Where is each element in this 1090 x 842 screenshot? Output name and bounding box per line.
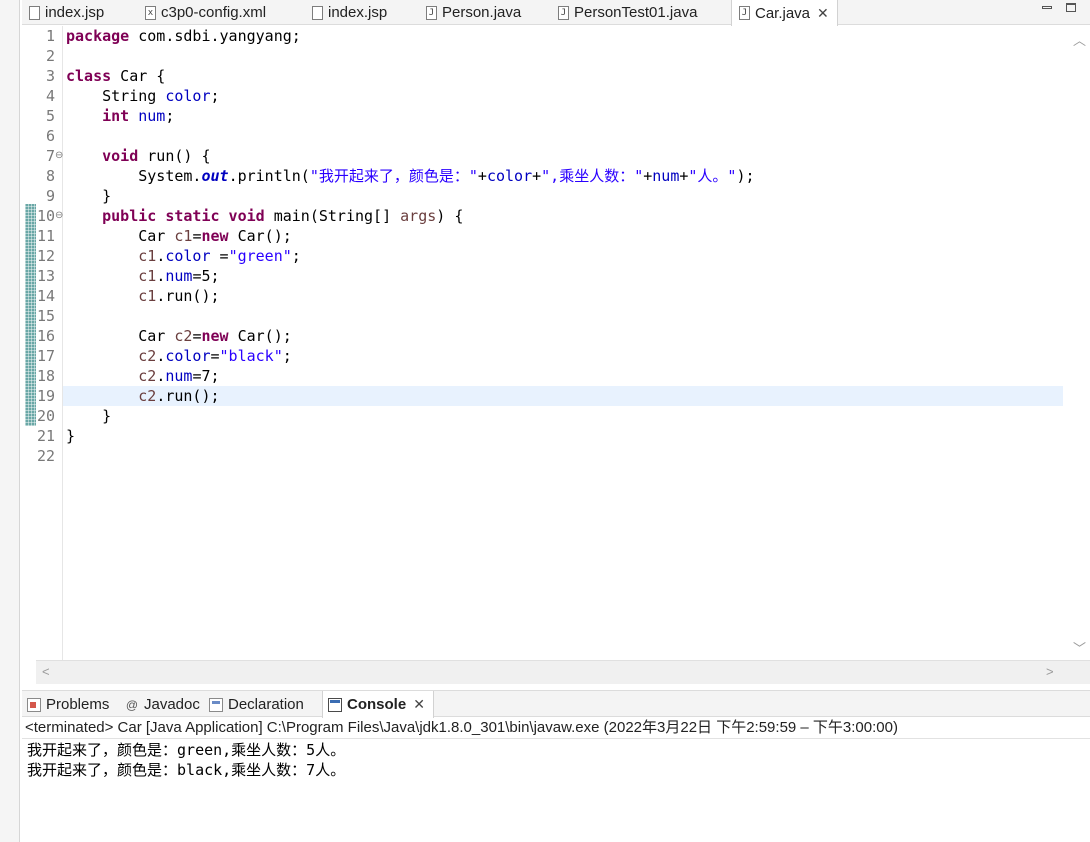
tab-label: c3p0-config.xml (161, 4, 267, 21)
horizontal-scrollbar[interactable]: < > (36, 660, 1090, 684)
line-number: 8 (45, 167, 55, 185)
close-icon[interactable]: ✕ (817, 5, 829, 22)
code-line-1: package com.sdbi.yangyang; (66, 27, 301, 45)
line-number: 10 (36, 207, 55, 225)
editor-tab-bar: index.jsp x c3p0-config.xml index.jsp J … (22, 0, 1090, 26)
java-file-icon: J (426, 5, 437, 20)
line-number: 12 (36, 247, 55, 265)
maximize-icon[interactable] (1066, 2, 1076, 12)
change-marker (25, 204, 36, 426)
line-number: 19 (36, 387, 55, 405)
scroll-down-icon[interactable]: ﹀ (1073, 638, 1086, 657)
tab-person-java[interactable]: J Person.java (419, 0, 521, 25)
code-line-21: } (66, 427, 76, 445)
change-ruler (25, 26, 36, 660)
jsp-file-icon (29, 5, 40, 20)
line-number: 7 (45, 147, 55, 165)
tab-label: Car.java (755, 4, 811, 22)
code-line-10: public static void main(String[] args) { (66, 207, 464, 225)
line-number: 3 (45, 67, 55, 85)
window-controls (1042, 0, 1076, 14)
console-icon (328, 697, 342, 712)
line-number: 14 (36, 287, 55, 305)
console-output-line: 我开起来了，颜色是：green,乘坐人数：5人。 (27, 741, 346, 759)
tab-label: Person.java (442, 4, 522, 21)
line-number: 17 (36, 347, 55, 365)
code-editor[interactable]: 1 2 3 4 5 6 7 ⊖ 8 9 10 ⊖ 11 12 13 14 15 … (22, 26, 1090, 684)
java-file-icon: J (739, 6, 750, 20)
minimize-icon[interactable] (1042, 5, 1052, 9)
declaration-icon (209, 697, 223, 712)
vertical-scrollbar[interactable]: ︿ ﹀ (1068, 26, 1090, 660)
code-line-18: c2.num=7; (138, 367, 220, 385)
line-number: 6 (45, 127, 55, 145)
line-number: 5 (45, 107, 55, 125)
code-line-13: c1.num=5; (138, 267, 220, 285)
console-status-line: <terminated> Car [Java Application] C:\P… (22, 717, 1090, 739)
fold-collapse-icon[interactable]: ⊖ (55, 206, 63, 226)
code-line-19-current: c2.run(); (63, 386, 1063, 406)
tab-index-jsp-1[interactable]: index.jsp (22, 0, 104, 25)
tab-label: index.jsp (328, 4, 388, 21)
code-line-5: int num; (66, 107, 175, 125)
code-line-9: } (66, 187, 112, 205)
code-line-7: void run() { (66, 147, 211, 165)
code-text-area[interactable]: package com.sdbi.yangyang; class Car { S… (63, 26, 1063, 660)
line-number: 1 (45, 27, 55, 45)
code-line-20: } (66, 407, 112, 425)
line-number-gutter: 1 2 3 4 5 6 7 ⊖ 8 9 10 ⊖ 11 12 13 14 15 … (36, 26, 63, 660)
fold-collapse-icon[interactable]: ⊖ (55, 146, 63, 166)
console-output[interactable]: 我开起来了，颜色是：green,乘坐人数：5人。 我开起来了，颜色是：black… (22, 740, 1090, 842)
javadoc-icon: @ (125, 697, 139, 712)
code-line-16: Car c2=new Car(); (66, 327, 292, 345)
jsp-file-icon (312, 5, 323, 20)
xml-file-icon: x (145, 5, 156, 20)
tab-console[interactable]: Console ✕ (322, 691, 434, 718)
line-number: 22 (36, 447, 55, 465)
tab-car-java[interactable]: J Car.java ✕ (731, 0, 838, 26)
line-number: 11 (36, 227, 55, 245)
tab-declaration[interactable]: Declaration (204, 691, 304, 718)
line-number: 21 (36, 427, 55, 445)
code-line-12: c1.color ="green"; (138, 247, 301, 265)
code-line-17: c2.color="black"; (138, 347, 292, 365)
line-number: 2 (45, 47, 55, 65)
scroll-up-icon[interactable]: ︿ (1073, 30, 1086, 49)
console-output-line: 我开起来了，颜色是：black,乘坐人数：7人。 (27, 761, 346, 779)
line-number: 4 (45, 87, 55, 105)
line-number: 13 (36, 267, 55, 285)
tab-c3p0-config-xml[interactable]: x c3p0-config.xml (138, 0, 266, 25)
line-number: 18 (36, 367, 55, 385)
tab-label: PersonTest01.java (574, 4, 698, 21)
panel-tab-bar: Problems @ Javadoc Declaration Console ✕ (22, 690, 1090, 718)
line-number: 16 (36, 327, 55, 345)
code-line-4: String color; (66, 87, 220, 105)
close-icon[interactable]: ✕ (413, 696, 425, 713)
tab-javadoc[interactable]: @ Javadoc (120, 691, 200, 718)
tab-label: index.jsp (45, 4, 105, 21)
code-line-8: System.out.println("我开起来了，颜色是："+color+",… (66, 167, 755, 185)
problems-icon (27, 697, 41, 712)
code-line-14: c1.run(); (138, 287, 220, 305)
java-file-icon: J (558, 5, 569, 20)
line-number: 15 (36, 307, 55, 325)
scroll-left-icon[interactable]: < (42, 664, 50, 679)
scroll-right-icon[interactable]: > (1046, 664, 1054, 679)
tab-index-jsp-2[interactable]: index.jsp (305, 0, 387, 25)
line-number: 9 (45, 187, 55, 205)
code-line-3: class Car { (66, 67, 166, 85)
left-window-edge (0, 0, 20, 842)
code-line-11: Car c1=new Car(); (66, 227, 292, 245)
tab-problems[interactable]: Problems (22, 691, 109, 718)
tab-persontest01-java[interactable]: J PersonTest01.java (551, 0, 697, 25)
line-number: 20 (36, 407, 55, 425)
